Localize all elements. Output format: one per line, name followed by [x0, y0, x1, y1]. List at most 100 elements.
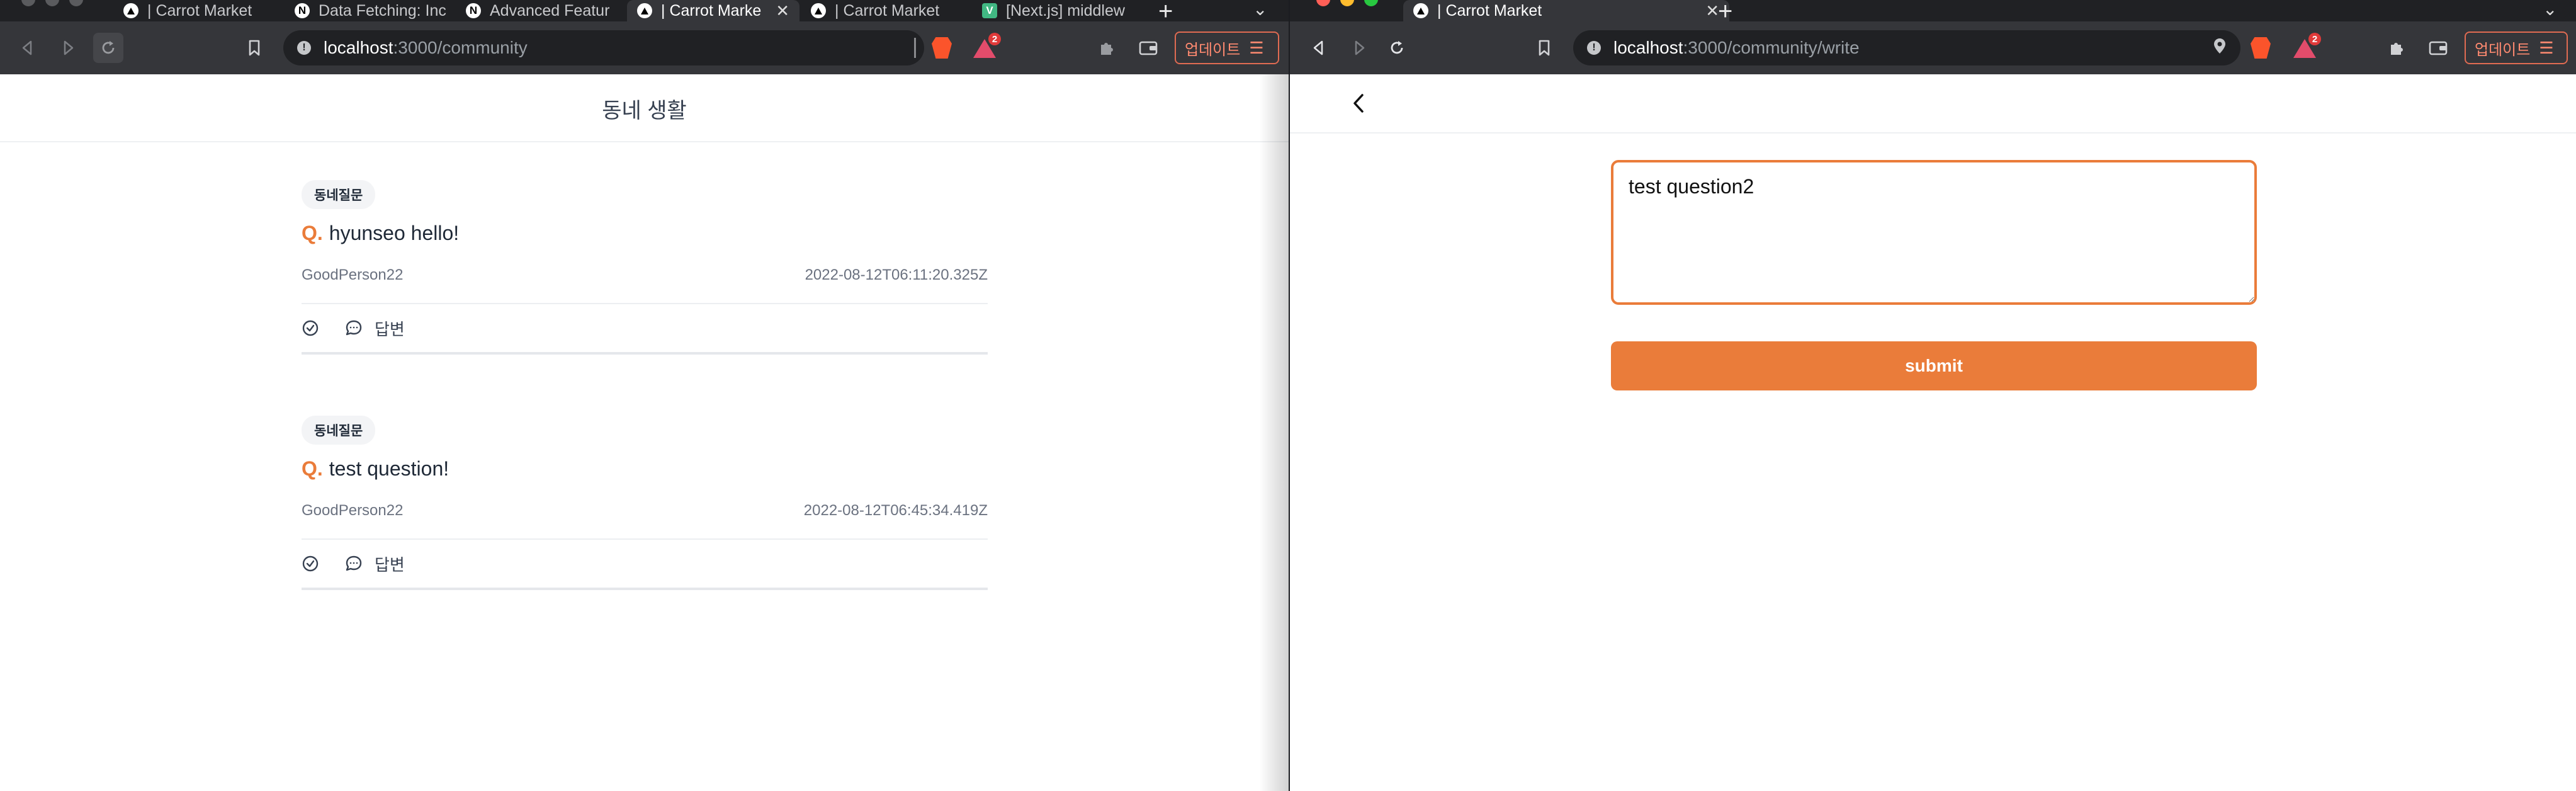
- site-info-icon[interactable]: !: [1587, 41, 1601, 55]
- curious-button[interactable]: [302, 555, 319, 572]
- post-actions: 답변: [302, 303, 988, 355]
- author-name: GoodPerson22: [302, 266, 404, 283]
- update-label: 업데이트: [2475, 41, 2531, 59]
- page-title: 동네 생활: [602, 99, 687, 123]
- forward-nav-icon[interactable]: [1344, 33, 1374, 63]
- hamburger-menu-icon: ☰: [2539, 38, 2554, 57]
- nextjs-favicon-icon: N: [466, 3, 481, 18]
- tab-label: [Next.js] middlew: [1006, 1, 1125, 20]
- back-nav-icon[interactable]: [13, 33, 43, 63]
- chat-bubble-icon: [346, 320, 362, 336]
- back-button[interactable]: [1344, 88, 1374, 118]
- tab-search-chevron-icon[interactable]: ⌄: [1253, 0, 1267, 20]
- tab-carrot-2[interactable]: | Carrot Market: [801, 0, 971, 21]
- forward-nav-icon[interactable]: [53, 33, 83, 63]
- update-button[interactable]: 업데이트 ☰: [2465, 31, 2568, 64]
- answer-button[interactable]: 답변: [344, 552, 405, 576]
- hamburger-menu-icon: ☰: [1249, 38, 1264, 57]
- tab-nextjs-middleware[interactable]: V [Next.js] middlew: [972, 0, 1142, 21]
- extensions-puzzle-icon[interactable]: [1092, 33, 1122, 63]
- close-tab-icon[interactable]: ✕: [776, 1, 789, 21]
- community-header: 동네 생활: [0, 74, 1289, 142]
- tab-carrot-active[interactable]: | Carrot Marke ✕: [627, 0, 799, 21]
- category-badge: 동네질문: [302, 180, 376, 209]
- zoom-window-button[interactable]: [69, 0, 83, 6]
- post-actions: 답변: [302, 538, 988, 590]
- category-badge: 동네질문: [302, 416, 376, 445]
- question-text: hyunseo hello!: [329, 222, 460, 244]
- carrot-favicon-icon: [811, 3, 826, 18]
- window-shadow: [1259, 74, 1289, 791]
- velog-favicon-icon: V: [982, 3, 997, 18]
- window-controls: [1316, 0, 1378, 6]
- omnibox-divider: [914, 38, 916, 58]
- q-mark: Q.: [302, 222, 323, 244]
- tab-strip: | Carrot Market ✕ + ⌄: [1290, 0, 2576, 25]
- site-info-icon[interactable]: !: [297, 41, 311, 55]
- reload-icon[interactable]: [93, 33, 123, 63]
- tab-label: | Carrot Market: [147, 1, 252, 20]
- post-item[interactable]: 동네질문 Q. test question! GoodPerson22 2022-…: [302, 416, 988, 590]
- post-item[interactable]: 동네질문 Q. hyunseo hello! GoodPerson22 2022-…: [302, 180, 988, 355]
- url-path: :3000/community/write: [1683, 38, 1860, 57]
- nextjs-favicon-icon: N: [295, 3, 310, 18]
- question-textarea[interactable]: test question2: [1611, 160, 2257, 305]
- answer-label: 답변: [375, 555, 405, 574]
- tab-label: | Carrot Market: [835, 1, 940, 20]
- brave-rewards-icon[interactable]: 2: [2293, 33, 2321, 58]
- extensions-puzzle-icon[interactable]: [2381, 33, 2412, 63]
- reload-icon[interactable]: [1382, 33, 1412, 63]
- tab-label: Advanced Featur: [490, 1, 610, 20]
- zoom-window-button[interactable]: [1364, 0, 1378, 6]
- address-bar[interactable]: ! localhost:3000/community: [283, 30, 924, 65]
- submit-button[interactable]: submit: [1611, 341, 2257, 390]
- update-label: 업데이트: [1185, 41, 1241, 59]
- bookmark-icon[interactable]: [1529, 33, 1559, 63]
- location-pin-icon[interactable]: [2213, 37, 2227, 59]
- post-meta: GoodPerson22 2022-08-12T06:11:20.325Z: [302, 266, 988, 287]
- answer-button[interactable]: 답변: [344, 317, 405, 340]
- carrot-favicon-icon: [1413, 3, 1428, 18]
- check-circle-icon: [302, 320, 319, 336]
- tab-data-fetching[interactable]: N Data Fetching: Inc: [285, 0, 455, 21]
- check-circle-icon: [302, 555, 319, 572]
- close-window-button[interactable]: [21, 0, 35, 6]
- url-path: :3000/community: [393, 38, 528, 57]
- carrot-favicon-icon: [123, 3, 138, 18]
- answer-label: 답변: [375, 319, 405, 339]
- post-question[interactable]: Q. hyunseo hello!: [302, 222, 988, 245]
- back-nav-icon[interactable]: [1304, 33, 1334, 63]
- tab-advanced-features[interactable]: N Advanced Featur: [456, 0, 626, 21]
- brave-shields-icon[interactable]: [932, 37, 952, 59]
- tab-search-chevron-icon[interactable]: ⌄: [2543, 0, 2557, 20]
- tab-label: | Carrot Market: [1437, 1, 1542, 20]
- rewards-badge: 2: [988, 33, 1001, 45]
- post-question[interactable]: Q. test question!: [302, 457, 988, 481]
- tab-carrot-1[interactable]: | Carrot Market: [113, 0, 283, 21]
- chat-bubble-icon: [346, 555, 362, 571]
- tab-label: Data Fetching: Inc: [319, 1, 446, 20]
- question-text: test question!: [329, 457, 449, 480]
- bookmark-icon[interactable]: [239, 33, 269, 63]
- wallet-icon[interactable]: [2423, 33, 2453, 63]
- tab-carrot-write[interactable]: | Carrot Market ✕: [1403, 0, 1729, 21]
- browser-toolbar: ! localhost:3000/community 2 업데이트 ☰: [0, 21, 1289, 75]
- post-meta: GoodPerson22 2022-08-12T06:45:34.419Z: [302, 502, 988, 522]
- carrot-favicon-icon: [637, 3, 652, 18]
- post-date: 2022-08-12T06:45:34.419Z: [803, 502, 988, 519]
- minimize-window-button[interactable]: [1340, 0, 1354, 6]
- brave-rewards-icon[interactable]: 2: [973, 33, 1001, 58]
- close-tab-icon[interactable]: ✕: [1705, 1, 1719, 21]
- close-window-button[interactable]: [1316, 0, 1330, 6]
- q-mark: Q.: [302, 457, 323, 480]
- minimize-window-button[interactable]: [45, 0, 59, 6]
- wallet-icon[interactable]: [1133, 33, 1163, 63]
- curious-button[interactable]: [302, 319, 319, 337]
- tab-strip: | Carrot Market N Data Fetching: Inc N A…: [0, 0, 1289, 25]
- update-button[interactable]: 업데이트 ☰: [1175, 31, 1279, 64]
- browser-window-left: | Carrot Market N Data Fetching: Inc N A…: [0, 0, 1289, 791]
- address-bar[interactable]: ! localhost:3000/community/write: [1573, 30, 2240, 65]
- tab-label: | Carrot Marke: [661, 1, 762, 20]
- top-nav: [1290, 74, 2576, 134]
- brave-shields-icon[interactable]: [2251, 37, 2271, 59]
